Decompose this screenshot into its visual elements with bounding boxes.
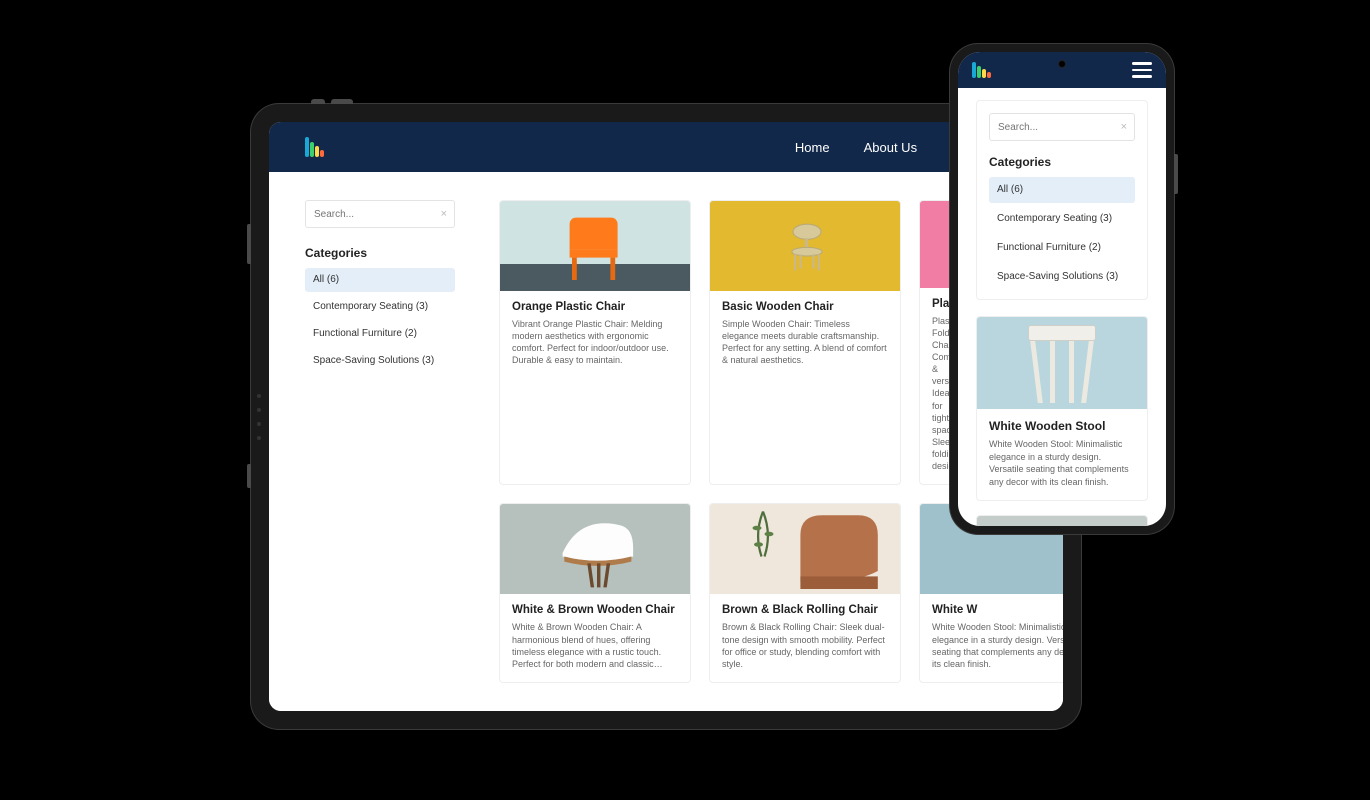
plant-icon: [748, 504, 778, 594]
chair-icon: [1007, 522, 1127, 526]
cat-contemporary[interactable]: Contemporary Seating (3): [989, 206, 1135, 232]
phone-side-button: [1174, 154, 1178, 194]
cat-space-saving[interactable]: Space-Saving Solutions (3): [305, 349, 455, 373]
tablet-header: Home About Us Plans C: [269, 122, 1063, 172]
cat-functional[interactable]: Functional Furniture (2): [305, 322, 455, 346]
tablet-screen: Home About Us Plans C × Categories All (…: [269, 122, 1063, 711]
logo-icon: [305, 137, 324, 157]
tablet-volume-button: [331, 99, 353, 104]
search-wrap: ×: [305, 200, 455, 228]
clear-search-icon[interactable]: ×: [1121, 121, 1127, 133]
phone-device: × Categories All (6) Contemporary Seatin…: [950, 44, 1174, 534]
product-image: [500, 201, 690, 291]
cat-contemporary[interactable]: Contemporary Seating (3): [305, 295, 455, 319]
chair-icon: [780, 209, 834, 289]
cat-all[interactable]: All (6): [305, 268, 455, 292]
categories-title: Categories: [305, 246, 455, 260]
phone-body: × Categories All (6) Contemporary Seatin…: [958, 88, 1166, 526]
tablet-body: × Categories All (6) Contemporary Seatin…: [269, 172, 1063, 711]
categories-title: Categories: [989, 155, 1135, 169]
product-title: Brown & Black Rolling Chair: [722, 604, 888, 616]
hamburger-menu-icon[interactable]: [1132, 62, 1152, 78]
nav-home[interactable]: Home: [795, 140, 830, 155]
product-title: White W: [932, 604, 1063, 616]
product-image: [977, 317, 1147, 409]
tablet-sidebar: × Categories All (6) Contemporary Seatin…: [305, 200, 455, 683]
stool-icon: [1028, 325, 1096, 405]
product-title: White Wooden Stool: [989, 419, 1135, 433]
tablet-speaker-dots: [257, 394, 261, 440]
cat-all[interactable]: All (6): [989, 177, 1135, 203]
tablet-power-button: [311, 99, 325, 104]
product-card[interactable]: Basic Wooden Chair Simple Wooden Chair: …: [709, 200, 901, 485]
chair-icon: [522, 510, 672, 596]
phone-sidebar: × Categories All (6) Contemporary Seatin…: [976, 100, 1148, 300]
product-card[interactable]: White Wooden Stool White Wooden Stool: M…: [976, 316, 1148, 501]
nav-about-us[interactable]: About Us: [864, 140, 917, 155]
tablet-side-button-1: [247, 224, 251, 264]
chair-icon: [556, 207, 636, 289]
phone-screen: × Categories All (6) Contemporary Seatin…: [958, 52, 1166, 526]
logo-icon: [972, 62, 991, 78]
product-desc: Simple Wooden Chair: Timeless elegance m…: [722, 318, 888, 367]
product-image: [710, 201, 900, 291]
search-input[interactable]: [305, 200, 455, 228]
product-card[interactable]: [976, 515, 1148, 526]
cat-functional[interactable]: Functional Furniture (2): [989, 235, 1135, 261]
product-image: [710, 504, 900, 594]
clear-search-icon[interactable]: ×: [441, 208, 447, 220]
product-desc: White Wooden Stool: Minimalistic eleganc…: [932, 621, 1063, 670]
product-title: Orange Plastic Chair: [512, 301, 678, 313]
product-title: Basic Wooden Chair: [722, 301, 888, 313]
product-desc: White & Brown Wooden Chair: A harmonious…: [512, 621, 678, 670]
product-card[interactable]: White & Brown Wooden Chair White & Brown…: [499, 503, 691, 683]
product-card[interactable]: Brown & Black Rolling Chair Brown & Blac…: [709, 503, 901, 683]
cat-space-saving[interactable]: Space-Saving Solutions (3): [989, 264, 1135, 290]
product-desc: Vibrant Orange Plastic Chair: Melding mo…: [512, 318, 678, 367]
product-desc: Brown & Black Rolling Chair: Sleek dual-…: [722, 621, 888, 670]
tablet-side-button-2: [247, 464, 251, 488]
product-image: [977, 516, 1147, 526]
camera-icon: [1058, 60, 1066, 68]
phone-header: [958, 52, 1166, 88]
product-title: White & Brown Wooden Chair: [512, 604, 678, 616]
search-wrap: ×: [989, 113, 1135, 141]
product-desc: White Wooden Stool: Minimalistic eleganc…: [989, 438, 1135, 488]
search-input[interactable]: [989, 113, 1135, 141]
product-image: [500, 504, 690, 594]
product-card[interactable]: Orange Plastic Chair Vibrant Orange Plas…: [499, 200, 691, 485]
chair-icon: [780, 508, 900, 598]
